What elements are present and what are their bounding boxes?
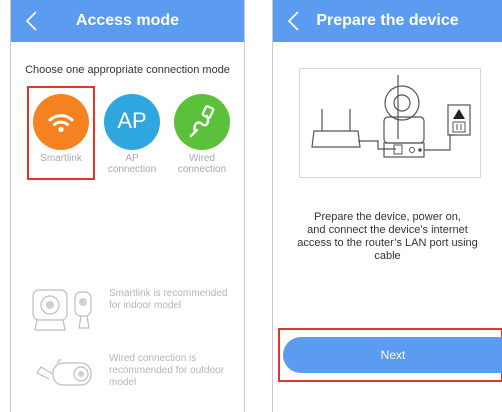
- page-title: Prepare the device: [316, 12, 459, 29]
- instruction-line-4: cable: [374, 250, 401, 262]
- instruction-line-3: access to the router’s LAN port using: [297, 237, 478, 249]
- wired-mode-option[interactable]: Wired connection: [169, 94, 235, 175]
- router-camera-diagram-icon: [311, 75, 471, 158]
- ap-label-line1: AP: [125, 153, 139, 164]
- indoor-recommendation-text: Smartlink is recommended for indoor mode…: [109, 288, 227, 312]
- ap-circle: AP: [104, 94, 160, 150]
- smartlink-label: Smartlink: [40, 153, 82, 164]
- ap-mode-option[interactable]: AP AP connection: [99, 94, 165, 175]
- ap-label: AP connection: [99, 153, 165, 175]
- next-button[interactable]: Next: [283, 337, 502, 373]
- outdoor-rec-line3: model: [109, 377, 137, 388]
- prepare-instruction: Prepare the device, power on, and connec…: [273, 211, 502, 263]
- wired-label-line2: connection: [177, 164, 227, 175]
- indoor-recommendation: Smartlink is recommended for indoor mode…: [31, 288, 241, 332]
- instruction-line-1: Prepare the device, power on,: [314, 211, 461, 223]
- indoor-camera-icon: [32, 289, 92, 331]
- outdoor-rec-line1: Wired connection is: [109, 353, 197, 364]
- instruction-line-2: and connect the device’s internet: [307, 224, 468, 236]
- cable-icon: [189, 105, 215, 138]
- outdoor-camera-icon: [36, 358, 92, 386]
- wifi-icon: [48, 114, 74, 133]
- ap-label-line2: connection: [107, 164, 157, 175]
- outdoor-rec-line2: recommended for outdoor: [109, 365, 225, 376]
- navbar: Access mode: [11, 0, 244, 42]
- setup-diagram: [299, 68, 481, 178]
- ap-icon-text: AP: [117, 108, 147, 133]
- smartlink-mode-option[interactable]: Smartlink: [27, 86, 95, 180]
- outdoor-recommendation: Wired connection is recommended for outd…: [31, 353, 241, 397]
- page-title: Access mode: [75, 12, 180, 29]
- wired-label: Wired connection: [169, 153, 235, 175]
- outdoor-recommendation-text: Wired connection is recommended for outd…: [109, 353, 224, 389]
- wired-circle: [174, 94, 230, 150]
- instruction-text: Choose one appropriate connection mode: [25, 64, 230, 76]
- navbar: Prepare the device: [273, 0, 502, 42]
- prepare-device-screen: Prepare the device Prepare the device, p…: [272, 0, 502, 412]
- indoor-rec-line1: Smartlink is recommended: [109, 288, 228, 299]
- access-mode-screen: Access mode Choose one appropriate conne…: [10, 0, 245, 412]
- smartlink-circle: [33, 94, 89, 150]
- wired-label-line1: Wired: [188, 153, 216, 164]
- indoor-rec-line2: for indoor model: [109, 300, 182, 311]
